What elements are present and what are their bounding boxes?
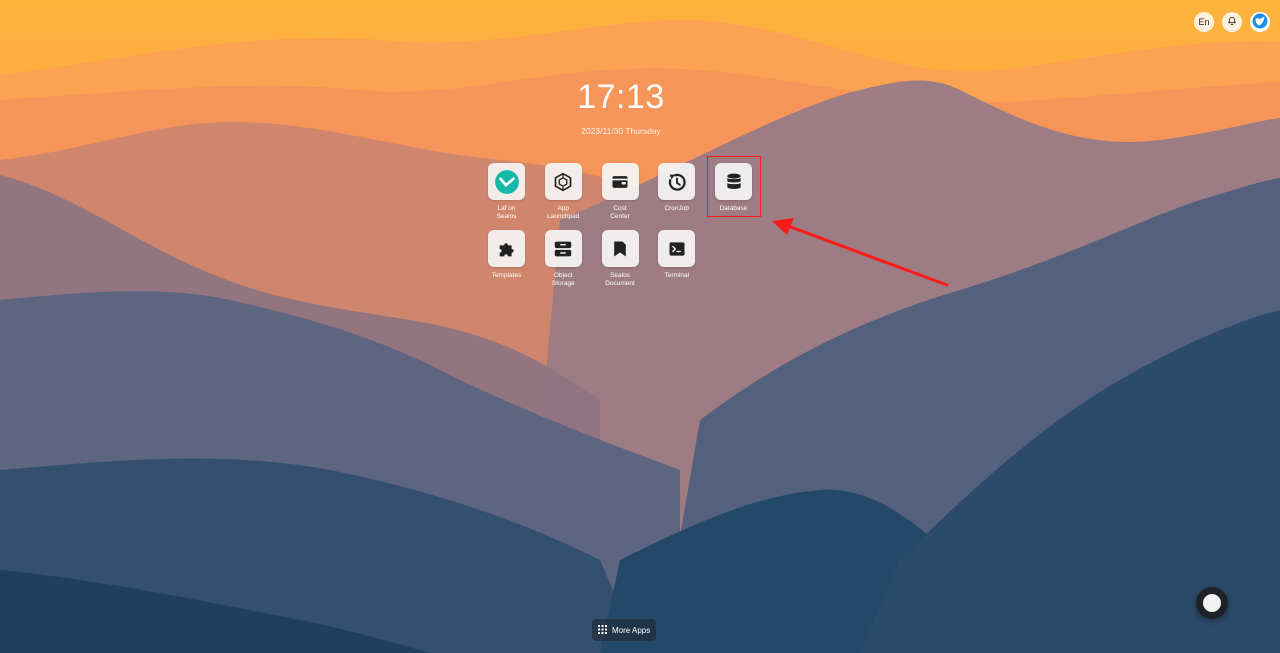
app-label: Cost Center xyxy=(610,205,630,220)
clock-date: 2023/11/30 Thursday xyxy=(581,126,661,136)
app-terminal[interactable]: Terminal xyxy=(655,230,698,288)
sealos-logo-button[interactable] xyxy=(1250,12,1270,32)
more-apps-button[interactable]: More Apps xyxy=(592,619,657,641)
app-label: Sealos Document xyxy=(605,272,635,287)
app-label: Database xyxy=(719,205,748,212)
app-database[interactable]: Database xyxy=(712,163,755,221)
notification-button[interactable] xyxy=(1222,12,1242,32)
app-templates[interactable]: Templates xyxy=(485,230,528,288)
app-label: Object Storage xyxy=(551,272,575,287)
app-laf-on-sealos[interactable]: Laf on Sealos xyxy=(485,163,528,221)
cronjob-icon xyxy=(658,163,696,200)
app-label: Laf on Sealos xyxy=(496,205,517,220)
language-button[interactable]: En xyxy=(1194,12,1214,32)
more-apps-label: More Apps xyxy=(612,625,651,635)
floating-button-dot-icon xyxy=(1203,594,1221,612)
document-icon xyxy=(601,230,639,267)
launchpad-icon xyxy=(544,163,582,200)
wallet-icon xyxy=(601,163,639,200)
app-object-storage[interactable]: Object Storage xyxy=(542,230,585,288)
app-cronjob[interactable]: CronJob xyxy=(655,163,698,221)
desktop: En 17:13 2023/11/30 Thursday Laf on Seal… xyxy=(0,0,1280,653)
top-bar: En xyxy=(1194,12,1270,32)
app-app-launchpad[interactable]: App Launchpad xyxy=(542,163,585,221)
sealos-logo-icon xyxy=(1251,12,1269,32)
app-cost-center[interactable]: Cost Center xyxy=(599,163,642,221)
floating-assistant-button[interactable] xyxy=(1196,587,1228,619)
grid-icon xyxy=(598,621,607,639)
app-sealos-document[interactable]: Sealos Document xyxy=(599,230,642,288)
laf-icon xyxy=(488,163,525,200)
storage-icon xyxy=(544,230,582,267)
clock-time: 17:13 xyxy=(577,78,665,116)
app-label: App Launchpad xyxy=(547,205,580,220)
app-label: Templates xyxy=(491,272,522,279)
bell-icon xyxy=(1227,16,1237,28)
puzzle-icon xyxy=(488,230,525,267)
app-label: Terminal xyxy=(664,272,690,279)
app-label: CronJob xyxy=(664,205,690,212)
database-icon xyxy=(715,163,752,200)
terminal-icon xyxy=(658,230,696,267)
app-grid: Laf on Sealos App Launchpad Cost Center … xyxy=(485,163,775,288)
